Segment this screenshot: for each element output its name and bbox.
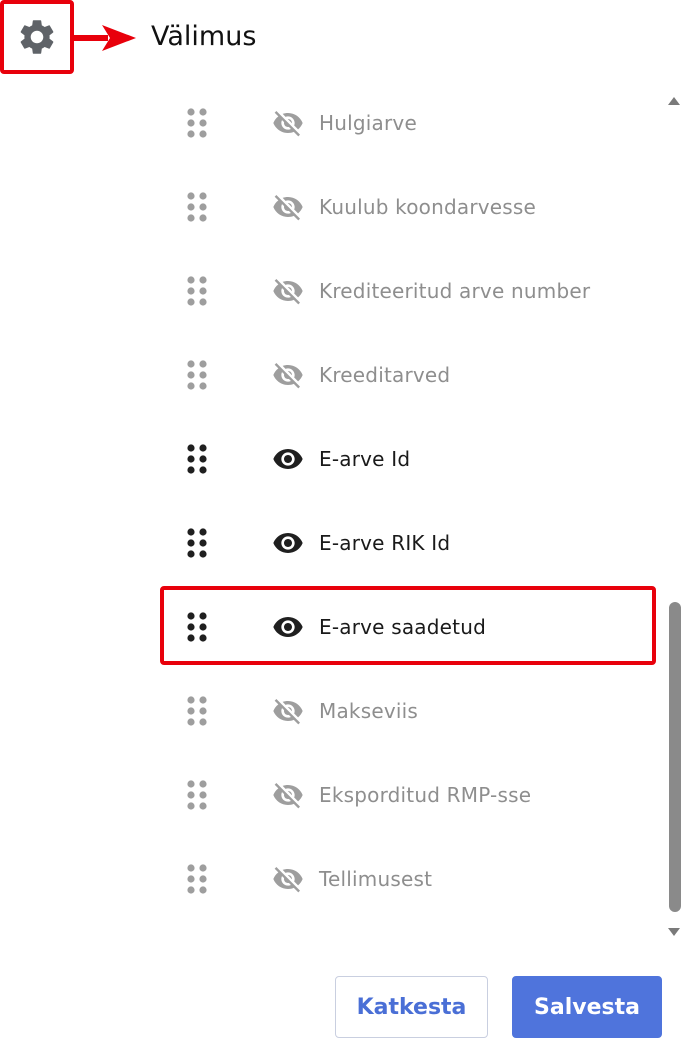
column-row: E-arve RIK Id: [0, 501, 660, 585]
column-label: Krediteeritud arve number: [319, 279, 591, 303]
column-label: E-arve Id: [319, 447, 411, 471]
eye-icon[interactable]: [270, 611, 306, 643]
eye-off-icon[interactable]: [270, 863, 306, 895]
eye-off-icon[interactable]: [270, 107, 306, 139]
column-label: E-arve RIK Id: [319, 531, 451, 555]
settings-button[interactable]: [0, 0, 74, 74]
scrollbar-thumb[interactable]: [669, 602, 681, 912]
save-button[interactable]: Salvesta: [512, 976, 662, 1038]
drag-handle-icon[interactable]: [186, 275, 208, 307]
drag-handle-icon[interactable]: [186, 695, 208, 727]
eye-off-icon[interactable]: [270, 695, 306, 727]
column-label: Kreeditarved: [319, 363, 451, 387]
column-row: E-arve saadetud: [0, 585, 660, 669]
column-row: Hulgiarve: [0, 81, 660, 165]
drag-handle-icon[interactable]: [186, 359, 208, 391]
gear-icon: [20, 20, 54, 54]
column-row: E-arve Id: [0, 417, 660, 501]
column-label: Eksporditud RMP-sse: [319, 783, 532, 807]
eye-off-icon[interactable]: [270, 191, 306, 223]
column-row: Kuulub koondarvesse: [0, 165, 660, 249]
drag-handle-icon[interactable]: [186, 527, 208, 559]
drag-handle-icon[interactable]: [186, 107, 208, 139]
eye-icon[interactable]: [270, 527, 306, 559]
drag-handle-icon[interactable]: [186, 863, 208, 895]
column-label: Tellimusest: [319, 867, 433, 891]
column-row: Krediteeritud arve number: [0, 249, 660, 333]
drag-handle-icon[interactable]: [186, 779, 208, 811]
cancel-button[interactable]: Katkesta: [335, 976, 488, 1038]
column-row: Tellimusest: [0, 837, 660, 921]
eye-icon[interactable]: [270, 443, 306, 475]
callout-arrow-icon: [74, 25, 136, 51]
eye-off-icon[interactable]: [270, 359, 306, 391]
eye-off-icon[interactable]: [270, 779, 306, 811]
column-list[interactable]: Hulgiarve Kuulub koondarvesse Krediteeritu…: [0, 81, 660, 921]
column-label: E-arve saadetud: [319, 615, 486, 639]
column-label: Makseviis: [319, 699, 418, 723]
drag-handle-icon[interactable]: [186, 191, 208, 223]
page-title: Välimus: [151, 21, 257, 52]
scroll-up-arrow-icon[interactable]: [665, 94, 683, 108]
scroll-down-arrow-icon[interactable]: [665, 925, 683, 939]
eye-off-icon[interactable]: [270, 275, 306, 307]
column-row: Makseviis: [0, 669, 660, 753]
column-row: Eksporditud RMP-sse: [0, 753, 660, 837]
drag-handle-icon[interactable]: [186, 611, 208, 643]
column-label: Kuulub koondarvesse: [319, 195, 537, 219]
column-label: Hulgiarve: [319, 111, 417, 135]
drag-handle-icon[interactable]: [186, 443, 208, 475]
column-row: Kreeditarved: [0, 333, 660, 417]
